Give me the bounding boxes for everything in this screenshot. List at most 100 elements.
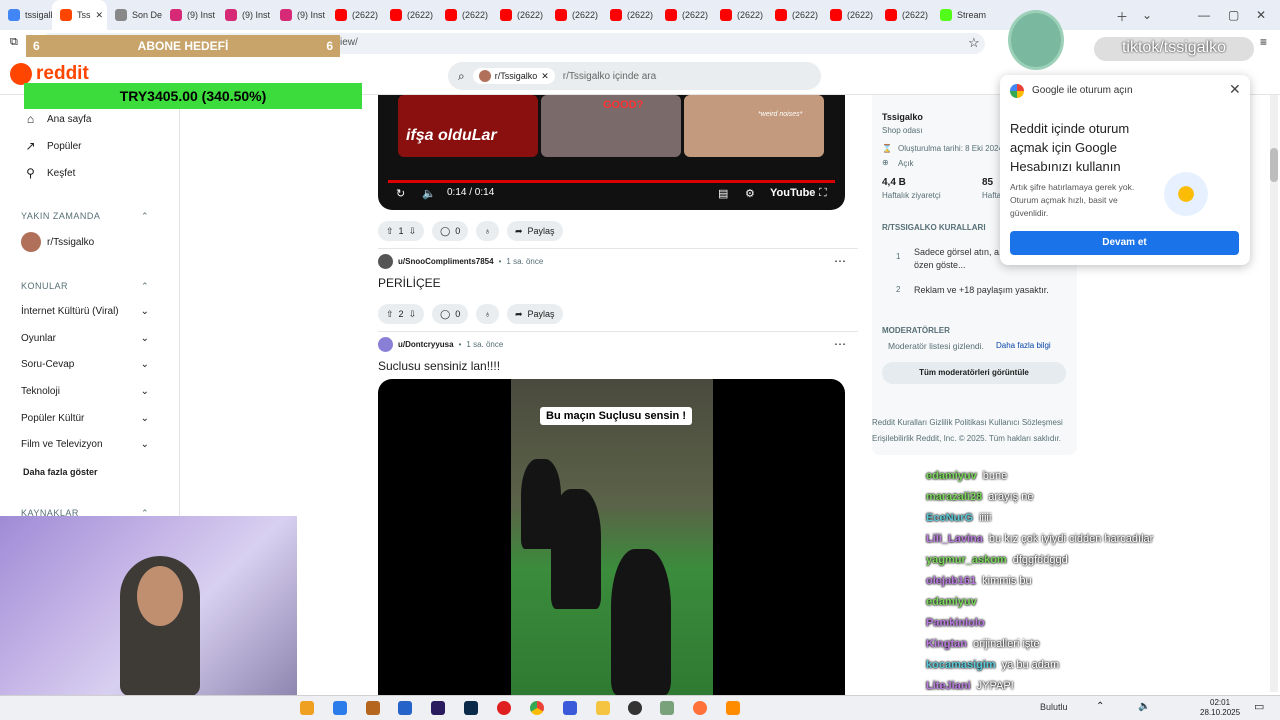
browser-tab[interactable]: (9) Inst [217, 0, 272, 30]
browser-tab[interactable]: (2622) [382, 0, 437, 30]
tab-list-icon[interactable]: ⌄ [1142, 8, 1152, 22]
menu-icon[interactable]: ≡ [1260, 35, 1267, 49]
new-tab-icon[interactable]: ＋ [1116, 8, 1128, 25]
vlc-icon[interactable] [726, 701, 740, 715]
notification-icon[interactable]: ▭ [1254, 700, 1264, 713]
topic-item[interactable]: İnternet Kültürü (Viral) ⌄ [21, 306, 149, 317]
volume-icon[interactable]: 🔈 [422, 187, 436, 200]
photoshop-icon[interactable] [464, 701, 478, 715]
comments-button[interactable]: ◯ 0 [432, 304, 469, 324]
share-button[interactable]: ➦ Paylaş [506, 221, 563, 241]
app-icon[interactable] [398, 701, 412, 715]
browser-tab[interactable]: Son De [107, 0, 162, 30]
topic-item[interactable]: Soru-Cevap ⌄ [21, 359, 149, 370]
clock[interactable]: 02:01 28.10.2025 [1200, 698, 1240, 718]
nav-popular[interactable]: ↗ Popüler [24, 139, 81, 153]
footer-links[interactable]: Reddit Kuralları Gizlilik Politikası Kul… [872, 418, 1063, 427]
continue-button[interactable]: Devam et [1010, 231, 1239, 255]
tab-label: tssigalk [25, 10, 52, 20]
close-window-icon[interactable]: ✕ [1256, 8, 1266, 22]
comments-button[interactable]: ◯ 0 [432, 221, 469, 241]
browser-tab[interactable]: (2622) [327, 0, 382, 30]
search-input[interactable]: ⌕ r/Tssigalko ✕ r/Tssigalko içinde ara [448, 62, 821, 90]
post-author[interactable]: u/Dontcryyusa [398, 340, 454, 349]
video-progress-bar[interactable] [388, 180, 835, 183]
more-info-link[interactable]: Daha fazla bilgi [996, 341, 1051, 350]
post-title[interactable]: Suclusu sensiniz lan!!!! [378, 359, 500, 373]
browser-tab[interactable]: (9) Inst [272, 0, 327, 30]
nav-home[interactable]: ⌂ Ana sayfa [24, 112, 92, 126]
post-author[interactable]: u/SnooCompliments7854 [398, 257, 494, 266]
video-player[interactable]: ifşa olduLar GOOD? *weird noises* ↻ 🔈 0:… [378, 95, 845, 210]
view-all-moderators-button[interactable]: Tüm moderatörleri görüntüle [882, 362, 1066, 384]
chip-close-icon[interactable]: ✕ [541, 71, 549, 82]
upvote-icon[interactable]: ⇧ [386, 226, 394, 237]
tray-chevron-icon[interactable]: ⌃ [1096, 701, 1104, 712]
avatar[interactable] [378, 337, 393, 352]
browser-tab[interactable]: Stream [932, 0, 987, 30]
recent-section-header[interactable]: YAKIN ZAMANDA ⌃ [21, 211, 149, 222]
volume-icon[interactable]: 🔈 [1138, 701, 1150, 712]
more-options-icon[interactable]: ⋯ [834, 337, 846, 351]
avatar[interactable] [378, 254, 393, 269]
replay-icon[interactable]: ↻ [396, 187, 405, 200]
rule-text[interactable]: Reklam ve +18 paylaşım yasaktır. [914, 285, 1049, 295]
browser-tab[interactable]: (2622) [437, 0, 492, 30]
topics-section-header[interactable]: KONULAR ⌃ [21, 281, 149, 292]
browser-tab[interactable]: (2622) [822, 0, 877, 30]
app-icon[interactable] [660, 701, 674, 715]
youtube-logo[interactable]: YouTube [770, 187, 815, 199]
browser-tab[interactable]: Tss ✕ [52, 0, 107, 30]
scrollbar[interactable] [1270, 95, 1278, 692]
opera-icon[interactable] [497, 701, 511, 715]
scrollbar-thumb[interactable] [1270, 148, 1278, 182]
browser-tab[interactable]: (2622) [712, 0, 767, 30]
premiere-icon[interactable] [431, 701, 445, 715]
close-icon[interactable]: ✕ [1229, 81, 1241, 98]
close-tab-icon[interactable]: ✕ [96, 10, 104, 21]
browser-tab[interactable]: (2622) [767, 0, 822, 30]
chrome-icon[interactable] [530, 701, 544, 715]
upvote-icon[interactable]: ⇧ [386, 309, 394, 320]
post-video[interactable]: Bu maçın Suçlusu sensin ! [378, 379, 845, 695]
downvote-icon[interactable]: ⇩ [409, 309, 417, 320]
post-title[interactable]: PERİLİÇEE [378, 276, 441, 290]
firefox-icon[interactable] [693, 701, 707, 715]
topic-item[interactable]: Teknoloji ⌄ [21, 386, 149, 397]
browser-tab[interactable]: (2622) [657, 0, 712, 30]
reddit-logo[interactable]: reddit [10, 63, 89, 85]
maximize-icon[interactable]: ▢ [1228, 8, 1239, 22]
minimize-icon[interactable]: — [1198, 8, 1210, 22]
fullscreen-icon[interactable]: ⛶ [819, 187, 827, 200]
vote-control[interactable]: ⇧ 2 ⇩ [378, 304, 425, 324]
file-explorer-icon[interactable] [300, 701, 314, 715]
topic-item[interactable]: Oyunlar ⌄ [21, 333, 149, 344]
share-button[interactable]: ➦ Paylaş [506, 304, 563, 324]
downvote-icon[interactable]: ⇩ [409, 226, 417, 237]
app-icon[interactable] [366, 701, 380, 715]
vote-control[interactable]: ⇧ 1 ⇩ [378, 221, 425, 241]
browser-tab[interactable]: (2622) [602, 0, 657, 30]
browser-tab[interactable]: tssigalk [0, 0, 52, 30]
bookmark-star-icon[interactable]: ☆ [968, 35, 980, 51]
more-options-icon[interactable]: ⋯ [834, 254, 846, 268]
sidebar-toggle-icon[interactable]: ⧉ [10, 36, 18, 49]
award-button[interactable]: ♁ [476, 304, 499, 324]
topic-item[interactable]: Popüler Kültür ⌄ [21, 413, 149, 424]
award-button[interactable]: ♁ [476, 221, 499, 241]
browser-tab[interactable]: (9) Inst [162, 0, 217, 30]
community-search-chip[interactable]: r/Tssigalko ✕ [472, 68, 555, 84]
folder-icon[interactable] [596, 701, 610, 715]
obs-icon[interactable] [628, 701, 642, 715]
app-icon[interactable] [563, 701, 577, 715]
store-icon[interactable] [333, 701, 347, 715]
browser-tab[interactable]: (2622) [492, 0, 547, 30]
browser-tab[interactable]: (2622) [547, 0, 602, 30]
topic-item[interactable]: Film ve Televizyon ⌄ [21, 439, 149, 450]
settings-gear-icon[interactable]: ⚙ [745, 187, 755, 200]
captions-icon[interactable]: ▤ [718, 187, 728, 200]
recent-community[interactable]: r/Tssigalko [21, 232, 94, 252]
browser-tab[interactable]: (2622) [877, 0, 932, 30]
show-more-button[interactable]: Daha fazla göster [23, 467, 98, 477]
nav-explore[interactable]: ⚲ Keşfet [24, 166, 75, 180]
